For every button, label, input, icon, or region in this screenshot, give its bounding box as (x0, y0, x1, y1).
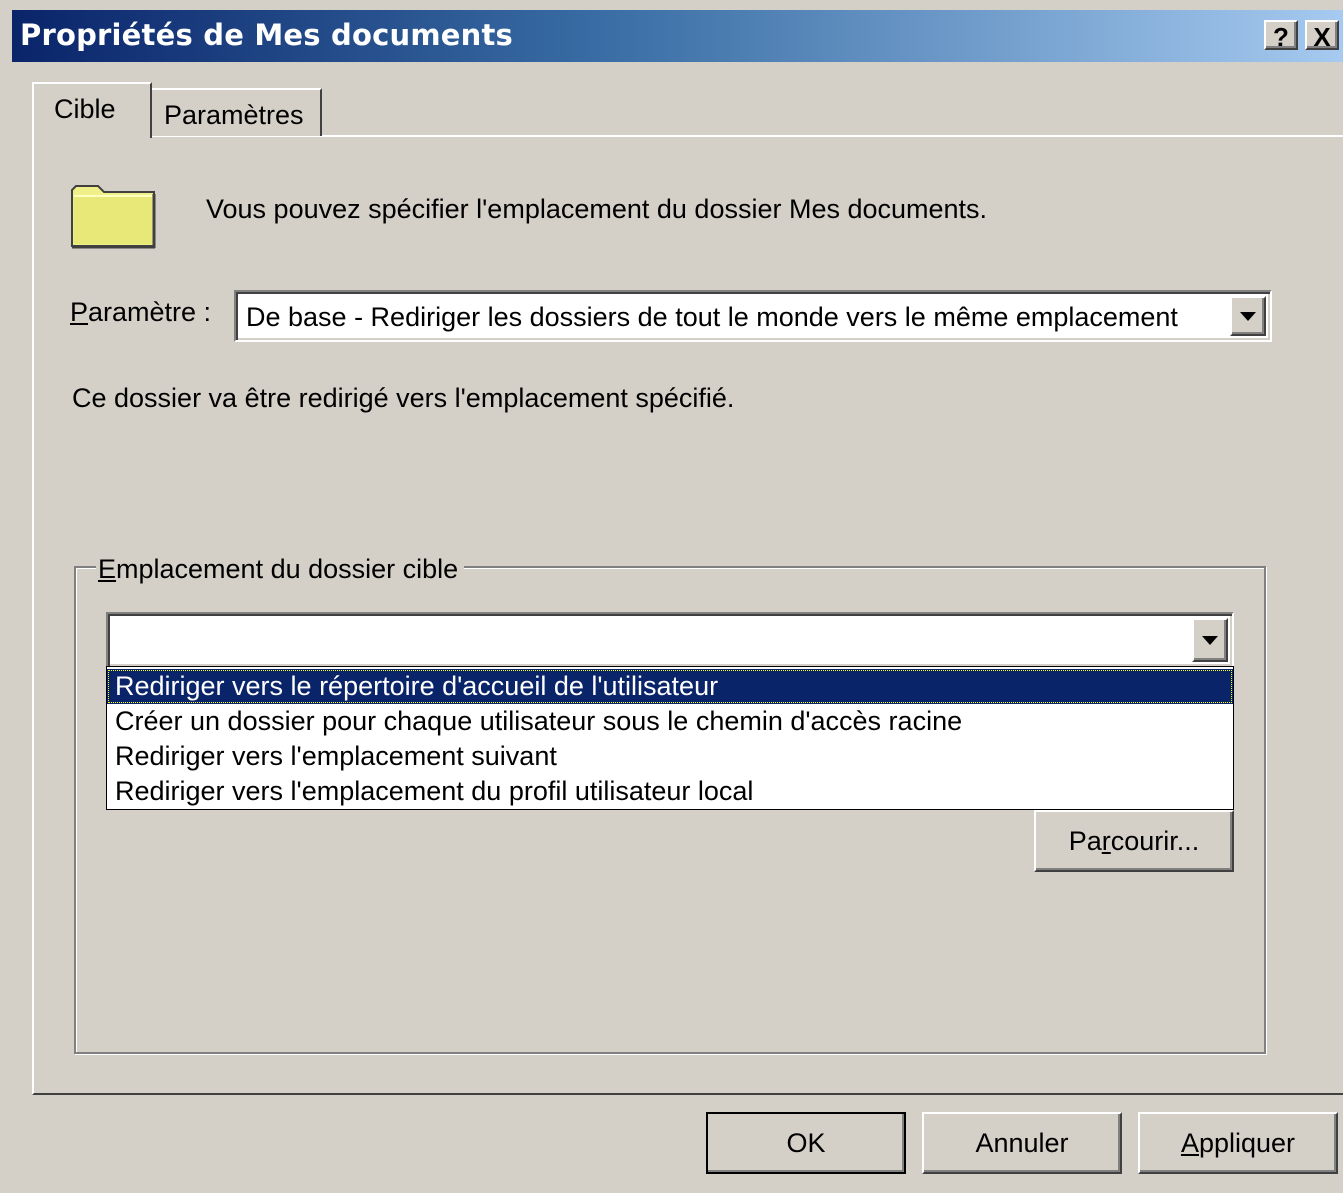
close-icon: X (1313, 22, 1331, 52)
setting-select-value: De base - Rediriger les dossiers de tout… (246, 302, 1178, 332)
target-location-select[interactable] (106, 612, 1234, 668)
target-dropdown-button[interactable] (1192, 618, 1228, 662)
help-icon: ? (1273, 22, 1289, 52)
option-root-path[interactable]: Créer un dossier pour chaque utilisateur… (107, 704, 1233, 739)
tab-label: Cible (54, 94, 116, 124)
setting-dropdown-button[interactable] (1230, 296, 1266, 336)
description-text: Vous pouvez spécifier l'emplacement du d… (206, 194, 988, 224)
chevron-down-icon (1202, 635, 1218, 645)
setting-select[interactable]: De base - Rediriger les dossiers de tout… (234, 290, 1272, 342)
tab-parametres[interactable]: Paramètres (148, 88, 322, 136)
tab-cible[interactable]: Cible (32, 82, 152, 138)
browse-button[interactable]: Parcourir... (1034, 810, 1234, 872)
target-location-dropdown: Rediriger vers le répertoire d'accueil d… (106, 666, 1234, 810)
chevron-down-icon (1240, 311, 1256, 321)
apply-button[interactable]: Appliquer (1138, 1112, 1338, 1174)
option-following-location[interactable]: Rediriger vers l'emplacement suivant (107, 739, 1233, 774)
option-home-directory[interactable]: Rediriger vers le répertoire d'accueil d… (107, 669, 1233, 704)
option-local-profile[interactable]: Rediriger vers l'emplacement du profil u… (107, 774, 1233, 809)
tab-label: Paramètres (164, 100, 304, 130)
group-label: Emplacement du dossier cible (96, 554, 465, 585)
close-button[interactable]: X (1305, 20, 1339, 52)
info-text: Ce dossier va être redirigé vers l'empla… (72, 383, 735, 413)
ok-button[interactable]: OK (706, 1112, 906, 1174)
help-button[interactable]: ? (1264, 20, 1298, 52)
folder-icon (70, 178, 158, 250)
cancel-button[interactable]: Annuler (922, 1112, 1122, 1174)
setting-label: Paramètre : (70, 297, 212, 327)
window-title: Propriétés de Mes documents (20, 18, 514, 52)
